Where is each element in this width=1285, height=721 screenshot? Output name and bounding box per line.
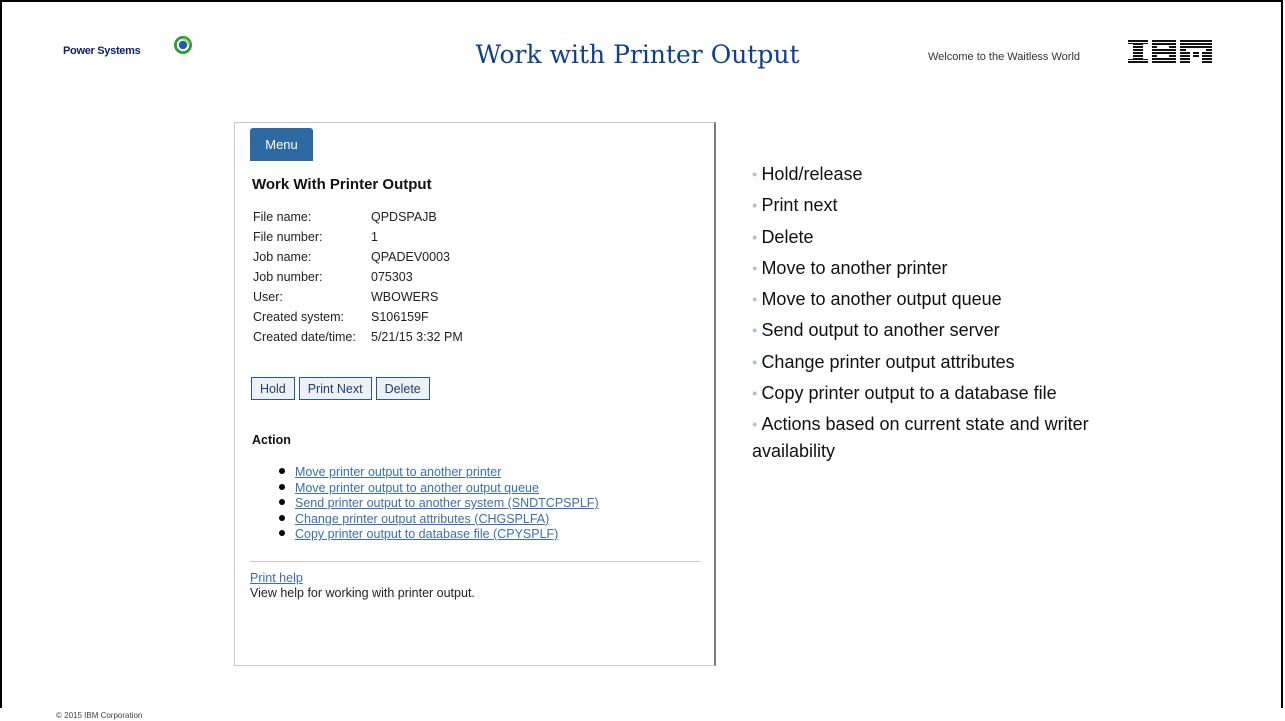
bullet-item: ● Actions based on current state and writ… <box>752 414 1089 462</box>
list-item: Send printer output to another system (S… <box>275 494 599 510</box>
bullet-dot-icon: ● <box>752 325 758 336</box>
info-value: QPADEV0003 <box>371 250 450 264</box>
bullet-dot-icon: ● <box>752 200 758 211</box>
bullet-item: ● Move to another output queue <box>752 289 1002 310</box>
printer-output-panel: Menu Work With Printer Output File name:… <box>234 122 716 666</box>
info-row: Created date/time: 5/21/15 3:32 PM <box>253 330 463 350</box>
info-label: Job number: <box>253 270 323 284</box>
info-label: Created date/time: <box>253 330 356 344</box>
feature-bullets: ● Hold/release ● Print next ● Delete ● Move … <box>752 162 1112 468</box>
bullet-item: ● Copy printer output to a database file <box>752 383 1057 404</box>
info-value: 1 <box>371 230 378 244</box>
info-row: Job number: 075303 <box>253 270 463 290</box>
info-label: File number: <box>253 230 323 244</box>
info-value: QPDSPAJB <box>371 210 437 224</box>
info-label: Created system: <box>253 310 345 324</box>
copy-to-database-link[interactable]: Copy printer output to database file (CP… <box>295 527 558 541</box>
bullet-item: ● Delete <box>752 226 814 247</box>
bullet-dot-icon: ● <box>752 169 758 179</box>
bullet-dot-icon: ● <box>752 231 758 242</box>
info-table: File name: QPDSPAJB File number: 1 Job n… <box>253 210 463 350</box>
menu-button[interactable]: Menu <box>250 128 313 161</box>
print-help-link[interactable]: Print help <box>250 571 303 585</box>
info-row: File number: 1 <box>253 230 463 250</box>
ibm-logo <box>1128 40 1212 63</box>
info-label: File name: <box>253 210 312 224</box>
bullet-dot-icon: ● <box>752 294 758 305</box>
info-value: 5/21/15 3:32 PM <box>371 330 463 344</box>
welcome-tagline: Welcome to the Waitless World <box>928 51 1081 63</box>
divider <box>250 561 700 562</box>
print-next-button[interactable]: Print Next <box>298 377 372 400</box>
info-value: WBOWERS <box>371 290 439 304</box>
panel-heading: Work With Printer Output <box>252 176 432 193</box>
action-list: Move printer output to another printer M… <box>275 463 599 541</box>
bullet-dot-icon: ● <box>752 419 758 430</box>
bullet-item: ● Move to another printer <box>752 257 948 278</box>
info-label: User: <box>253 290 283 304</box>
slide-title: Work with Printer Output <box>475 40 800 69</box>
bullet-dot-icon: ● <box>752 262 758 273</box>
list-item: Move printer output to another output qu… <box>275 479 599 495</box>
copyright-footer: © 2015 IBM Corporation <box>56 711 143 720</box>
action-heading: Action <box>252 433 291 447</box>
bullet-dot-icon: ● <box>752 356 758 367</box>
bullet-item: ● Print next <box>752 195 838 216</box>
list-item: Copy printer output to database file (CP… <box>275 525 599 541</box>
info-row: User: WBOWERS <box>253 290 463 310</box>
send-to-system-link[interactable]: Send printer output to another system (S… <box>295 496 599 510</box>
bullet-item: ● Change printer output attributes <box>752 351 1015 372</box>
bullet-dot-icon: ● <box>752 388 758 399</box>
info-row: Job name: QPADEV0003 <box>253 250 463 270</box>
move-to-printer-link[interactable]: Move printer output to another printer <box>295 465 501 479</box>
help-description: View help for working with printer outpu… <box>250 586 475 600</box>
info-value: S106159F <box>371 310 429 324</box>
bullet-item: ● Hold/release <box>752 164 863 184</box>
info-label: Job name: <box>253 250 312 264</box>
action-buttons: Hold Print Next Delete <box>251 377 430 400</box>
bullet-item: ● Send output to another server <box>752 320 1000 341</box>
change-attributes-link[interactable]: Change printer output attributes (CHGSPL… <box>295 512 549 526</box>
info-row: File name: QPDSPAJB <box>253 210 463 230</box>
hold-button[interactable]: Hold <box>251 377 295 400</box>
move-to-queue-link[interactable]: Move printer output to another output qu… <box>295 481 539 495</box>
info-row: Created system: S106159F <box>253 310 463 330</box>
list-item: Change printer output attributes (CHGSPL… <box>275 510 599 526</box>
info-value: 075303 <box>371 270 413 284</box>
delete-button[interactable]: Delete <box>375 377 430 400</box>
list-item: Move printer output to another printer <box>275 463 599 479</box>
